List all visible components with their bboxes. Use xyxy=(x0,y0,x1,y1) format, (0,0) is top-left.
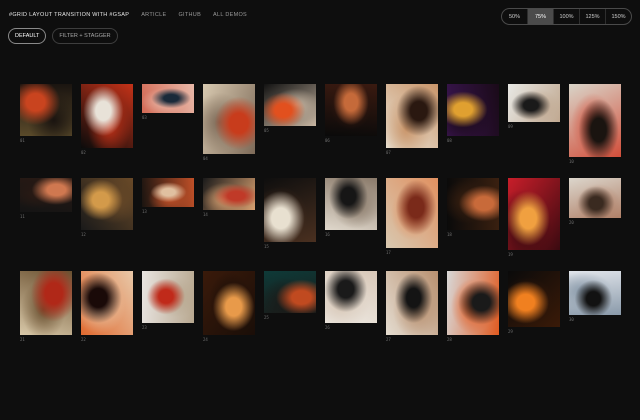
grid-item-image xyxy=(81,84,133,148)
grid-item-image xyxy=(203,84,255,154)
grid-item-number: 30 xyxy=(569,317,574,322)
grid-item[interactable]: 17 xyxy=(386,178,438,256)
grid-item[interactable]: 24 xyxy=(203,271,255,343)
grid-item-image xyxy=(142,84,194,113)
grid-item[interactable]: 11 xyxy=(20,178,72,220)
grid-item-image xyxy=(508,84,560,122)
grid-item-image xyxy=(508,178,560,250)
grid-item[interactable]: 03 xyxy=(142,84,194,121)
grid-item-number: 03 xyxy=(142,115,147,120)
grid-item-number: 13 xyxy=(142,209,147,214)
grid-item-image xyxy=(447,84,499,136)
grid-item-image xyxy=(325,271,377,323)
grid-item[interactable]: 10 xyxy=(569,84,621,165)
grid-item[interactable]: 26 xyxy=(325,271,377,331)
grid-item[interactable]: 16 xyxy=(325,178,377,238)
grid-item-image xyxy=(325,84,377,136)
grid-item-image xyxy=(203,271,255,335)
grid-item-number: 04 xyxy=(203,156,208,161)
grid-item[interactable]: 12 xyxy=(81,178,133,238)
grid-item-image xyxy=(569,178,621,218)
grid-item-image xyxy=(386,178,438,248)
grid-item[interactable]: 27 xyxy=(386,271,438,343)
grid-item-image xyxy=(81,178,133,230)
grid-item[interactable]: 23 xyxy=(142,271,194,331)
grid-item-number: 17 xyxy=(386,250,391,255)
grid-item[interactable]: 14 xyxy=(203,178,255,218)
grid-item-number: 11 xyxy=(20,214,25,219)
grid-item[interactable]: 01 xyxy=(20,84,72,144)
grid-item-image xyxy=(264,84,316,126)
grid-item[interactable]: 29 xyxy=(508,271,560,335)
grid-item[interactable]: 21 xyxy=(20,271,72,343)
grid-item[interactable]: 22 xyxy=(81,271,133,343)
grid-item-image xyxy=(325,178,377,230)
grid-item-number: 23 xyxy=(142,325,147,330)
grid-item-number: 29 xyxy=(508,329,513,334)
grid-item[interactable]: 25 xyxy=(264,271,316,321)
grid-item-number: 12 xyxy=(81,232,86,237)
image-grid: 01 02 03 04 05 06 07 08 09 10 11 12 13 14 15 16 17 18 19 20… xyxy=(0,0,640,420)
grid-item-number: 08 xyxy=(447,138,452,143)
grid-item-image xyxy=(20,178,72,212)
grid-item-number: 26 xyxy=(325,325,330,330)
grid-item-number: 28 xyxy=(447,337,452,342)
grid-item-image xyxy=(447,271,499,335)
grid-item-number: 06 xyxy=(325,138,330,143)
grid-item-image xyxy=(386,271,438,335)
grid-item[interactable]: 19 xyxy=(508,178,560,258)
grid-item-image xyxy=(264,271,316,313)
grid-item-image xyxy=(142,178,194,207)
grid-item[interactable]: 08 xyxy=(447,84,499,144)
grid-item[interactable]: 28 xyxy=(447,271,499,343)
grid-item-image xyxy=(20,271,72,335)
grid-item-number: 05 xyxy=(264,128,269,133)
grid-item-number: 20 xyxy=(569,220,574,225)
grid-item[interactable]: 15 xyxy=(264,178,316,250)
grid-item[interactable]: 18 xyxy=(447,178,499,238)
grid-item[interactable]: 06 xyxy=(325,84,377,144)
grid-item[interactable]: 30 xyxy=(569,271,621,323)
grid-item-number: 22 xyxy=(81,337,86,342)
grid-item-number: 19 xyxy=(508,252,513,257)
grid-item-number: 24 xyxy=(203,337,208,342)
grid-item-image xyxy=(386,84,438,148)
grid-item-image xyxy=(569,84,621,157)
grid-item-image xyxy=(508,271,560,327)
grid-item-number: 02 xyxy=(81,150,86,155)
grid-item[interactable]: 05 xyxy=(264,84,316,134)
grid-item-number: 18 xyxy=(447,232,452,237)
grid-item-number: 10 xyxy=(569,159,574,164)
grid-item[interactable]: 13 xyxy=(142,178,194,215)
grid-item-number: 27 xyxy=(386,337,391,342)
grid-item-number: 16 xyxy=(325,232,330,237)
grid-item-number: 01 xyxy=(20,138,25,143)
grid-item-number: 09 xyxy=(508,124,513,129)
grid-item-number: 14 xyxy=(203,212,208,217)
grid-item[interactable]: 04 xyxy=(203,84,255,162)
grid-item-image xyxy=(203,178,255,210)
grid-item-number: 15 xyxy=(264,244,269,249)
grid-item-image xyxy=(264,178,316,242)
grid-item-image xyxy=(447,178,499,230)
grid-item-number: 25 xyxy=(264,315,269,320)
grid-item-number: 21 xyxy=(20,337,25,342)
grid-item-image xyxy=(142,271,194,323)
grid-item[interactable]: 07 xyxy=(386,84,438,156)
grid-item-number: 07 xyxy=(386,150,391,155)
grid-item[interactable]: 09 xyxy=(508,84,560,130)
grid-item[interactable]: 02 xyxy=(81,84,133,156)
grid-item-image xyxy=(81,271,133,335)
grid-item[interactable]: 20 xyxy=(569,178,621,226)
grid-item-image xyxy=(569,271,621,315)
grid-item-image xyxy=(20,84,72,136)
